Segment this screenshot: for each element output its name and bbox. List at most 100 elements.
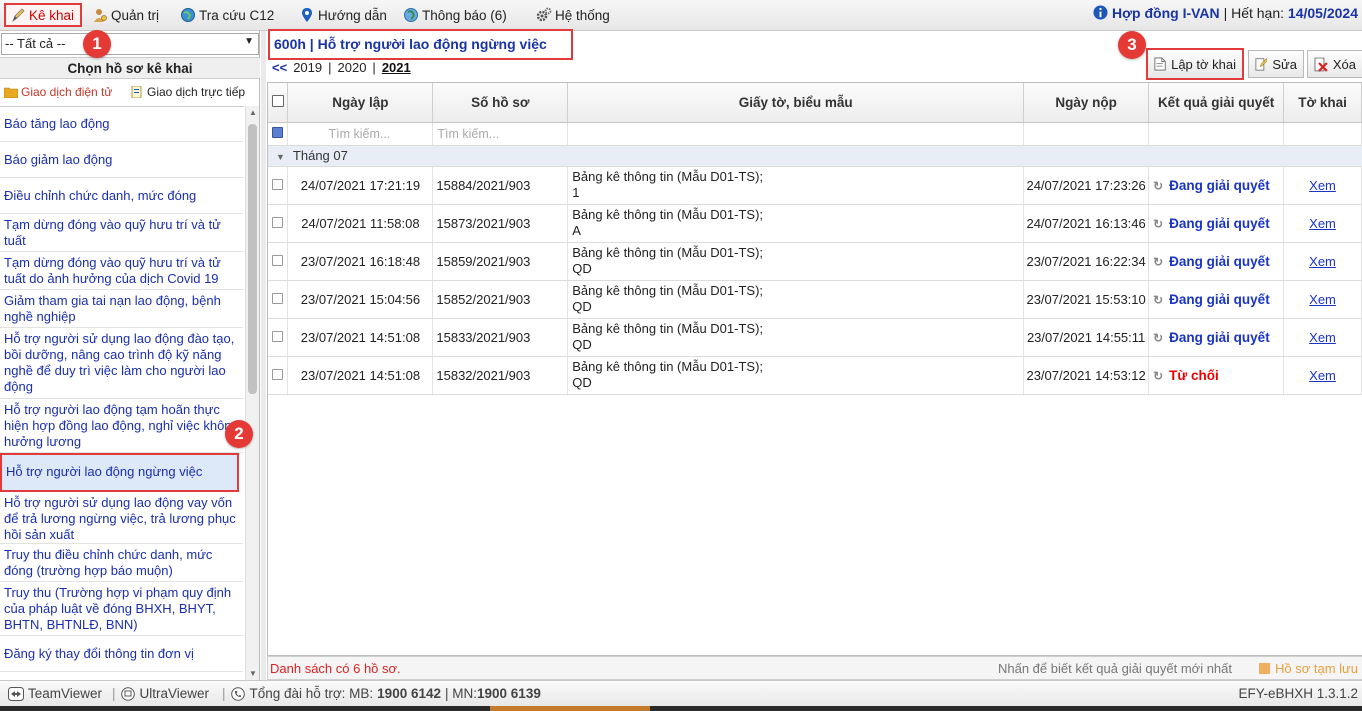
table-row[interactable]: 23/07/2021 14:51:08 15832/2021/903 Bảng kê… xyxy=(268,356,1362,395)
view-form-link[interactable]: Xem xyxy=(1283,280,1362,319)
refresh-icon[interactable]: ↻ xyxy=(1153,255,1163,269)
left-scrollbar[interactable]: ▲ ▼ xyxy=(245,106,259,680)
list-item-label: Báo giảm lao động xyxy=(4,152,113,167)
scroll-thumb[interactable] xyxy=(248,124,257,394)
cell-status[interactable]: ↻ Từ chối xyxy=(1148,356,1285,395)
cell-documents: Bảng kê thông tin (Mẫu D01-TS); QD xyxy=(567,356,1025,395)
cell-document-line: 1 xyxy=(572,185,580,200)
list-item-selected[interactable]: Hỗ trợ người lao động ngừng việc xyxy=(0,453,239,492)
col-header-status[interactable]: Kết quả giải quyết xyxy=(1148,83,1285,123)
menu-tra-cuu-c12[interactable]: Tra cứu C12 xyxy=(180,4,274,26)
list-item[interactable]: Tạm dừng đóng vào quỹ hưu trí và tử tuất… xyxy=(0,252,243,290)
group-row-cell[interactable]: ▼ Tháng 07 xyxy=(268,145,1362,167)
scroll-down-icon[interactable]: ▼ xyxy=(249,669,257,678)
cell-status[interactable]: ↻ Đang giải quyết xyxy=(1148,166,1285,205)
cell-status[interactable]: ↻ Đang giải quyết xyxy=(1148,242,1285,281)
row-checkbox[interactable] xyxy=(272,216,284,228)
refresh-icon[interactable]: ↻ xyxy=(1153,331,1163,345)
col-header-submitted[interactable]: Ngày nộp xyxy=(1023,83,1150,123)
year-2021[interactable]: 2021 xyxy=(382,60,411,75)
cell-status[interactable]: ↻ Đang giải quyết xyxy=(1148,204,1285,243)
view-form-link[interactable]: Xem xyxy=(1283,318,1362,357)
filter-created-input[interactable]: Tìm kiếm... xyxy=(287,122,434,146)
cell-id: 15832/2021/903 xyxy=(432,356,569,395)
col-header-documents[interactable]: Giấy tờ, biểu mẫu xyxy=(567,83,1025,123)
view-form-link[interactable]: Xem xyxy=(1283,204,1362,243)
list-item[interactable]: Đăng ký thay đổi thông tin đơn vị xyxy=(0,636,243,672)
view-form-link[interactable]: Xem xyxy=(1283,242,1362,281)
table-row[interactable]: 23/07/2021 15:04:56 15852/2021/903 Bảng kê… xyxy=(268,280,1362,319)
year-separator: | xyxy=(328,60,332,75)
menu-ke-khai[interactable]: Kê khai xyxy=(4,3,83,27)
row-select-cell[interactable] xyxy=(268,166,289,205)
filter-id-input[interactable]: Tìm kiếm... xyxy=(432,122,569,146)
list-item[interactable]: Báo giảm lao động xyxy=(0,142,243,178)
refresh-icon[interactable]: ↻ xyxy=(1153,369,1163,383)
menu-huong-dan[interactable]: Hướng dẫn xyxy=(299,4,387,26)
list-item[interactable]: Báo tăng lao động xyxy=(0,107,243,142)
delete-button[interactable]: Xóa xyxy=(1307,50,1362,78)
table-row[interactable]: 23/07/2021 14:51:08 15833/2021/903 Bảng kê… xyxy=(268,318,1362,357)
filter-toggle-icon[interactable] xyxy=(272,126,284,138)
scroll-up-icon[interactable]: ▲ xyxy=(249,108,257,117)
list-item[interactable]: Điều chỉnh chức danh, mức đóng xyxy=(0,178,243,214)
row-checkbox[interactable] xyxy=(272,178,284,190)
menu-he-thong[interactable]: Hệ thống xyxy=(536,4,610,26)
mode-electronic[interactable]: Giao dịch điện tử xyxy=(4,85,112,99)
ultraviewer-icon xyxy=(120,686,135,701)
filter-cell xyxy=(268,122,289,146)
row-checkbox[interactable] xyxy=(272,254,284,266)
group-row[interactable]: ▼ Tháng 07 xyxy=(268,145,1362,167)
list-item[interactable]: Truy thu điều chỉnh chức danh, mức đóng … xyxy=(0,544,243,582)
refresh-icon[interactable]: ↻ xyxy=(1153,217,1163,231)
view-form-link[interactable]: Xem xyxy=(1283,356,1362,395)
list-item[interactable]: Tạm dừng đóng vào quỹ hưu trí và tử tuất xyxy=(0,214,243,252)
row-checkbox[interactable] xyxy=(272,330,284,342)
mode-direct[interactable]: Giao dịch trực tiếp xyxy=(130,85,245,99)
category-filter-select[interactable]: -- Tất cả -- ▼ xyxy=(1,33,259,55)
list-item[interactable]: Hỗ trợ người lao động tạm hoãn thực hiện… xyxy=(0,399,243,453)
select-all-checkbox[interactable] xyxy=(271,94,284,107)
refresh-icon[interactable]: ↻ xyxy=(1153,179,1163,193)
cell-status[interactable]: ↻ Đang giải quyết xyxy=(1148,280,1285,319)
row-checkbox[interactable] xyxy=(272,368,284,380)
list-item[interactable]: Giảm tham gia tai nạn lao động, bệnh ngh… xyxy=(0,290,243,328)
col-header-id[interactable]: Số hồ sơ xyxy=(432,83,569,123)
record-count: Danh sách có 6 hồ sơ. xyxy=(270,661,401,676)
row-select-cell[interactable] xyxy=(268,280,289,319)
row-select-cell[interactable] xyxy=(268,242,289,281)
contract-label[interactable]: Hợp đồng I-VAN xyxy=(1112,5,1220,21)
cell-status[interactable]: ↻ Đang giải quyết xyxy=(1148,318,1285,357)
table-row[interactable]: 24/07/2021 11:58:08 15873/2021/903 Bảng kê… xyxy=(268,204,1362,243)
list-item[interactable]: Truy thu (Trường hợp vi phạm quy định củ… xyxy=(0,582,243,636)
list-item[interactable]: Hỗ trợ người sử dụng lao động đào tạo, b… xyxy=(0,328,243,399)
edit-icon xyxy=(1255,58,1268,71)
cell-id: 15873/2021/903 xyxy=(432,204,569,243)
edit-button[interactable]: Sửa xyxy=(1248,50,1304,78)
row-select-cell[interactable] xyxy=(268,318,289,357)
table-row[interactable]: 24/07/2021 17:21:19 15884/2021/903 Bảng kê… xyxy=(268,166,1362,205)
cell-document-line: QD xyxy=(572,261,592,276)
ultraviewer-link[interactable]: | UltraViewer xyxy=(112,686,209,701)
create-declaration-button[interactable]: Lập tờ khai xyxy=(1146,48,1244,80)
refresh-icon[interactable]: ↻ xyxy=(1153,293,1163,307)
refresh-hint[interactable]: Nhấn để biết kết quả giải quyết mới nhất xyxy=(998,661,1232,676)
years-back-link[interactable]: << xyxy=(272,60,287,75)
year-2019[interactable]: 2019 xyxy=(293,60,322,75)
list-item[interactable]: Hỗ trợ người sử dụng lao động vay vốn để… xyxy=(0,492,243,544)
menu-quan-tri[interactable]: Quản trị xyxy=(92,4,159,26)
cell-created: 24/07/2021 11:58:08 xyxy=(287,204,434,243)
teamviewer-link[interactable]: TeamViewer xyxy=(8,686,102,701)
collapse-icon[interactable]: ▼ xyxy=(276,152,285,162)
col-header-form[interactable]: Tờ khai xyxy=(1283,83,1362,123)
col-header-created[interactable]: Ngày lập xyxy=(287,83,434,123)
year-2020[interactable]: 2020 xyxy=(338,60,367,75)
select-all-header[interactable] xyxy=(268,83,289,123)
row-checkbox[interactable] xyxy=(272,292,284,304)
table-row[interactable]: 23/07/2021 16:18:48 15859/2021/903 Bảng kê… xyxy=(268,242,1362,281)
row-select-cell[interactable] xyxy=(268,356,289,395)
top-menu-bar: Kê khai Quản trị Tra cứu C12 Hướng dẫn T… xyxy=(0,0,1362,31)
row-select-cell[interactable] xyxy=(268,204,289,243)
menu-thong-bao[interactable]: Thông báo (6) xyxy=(403,4,507,26)
view-form-link[interactable]: Xem xyxy=(1283,166,1362,205)
